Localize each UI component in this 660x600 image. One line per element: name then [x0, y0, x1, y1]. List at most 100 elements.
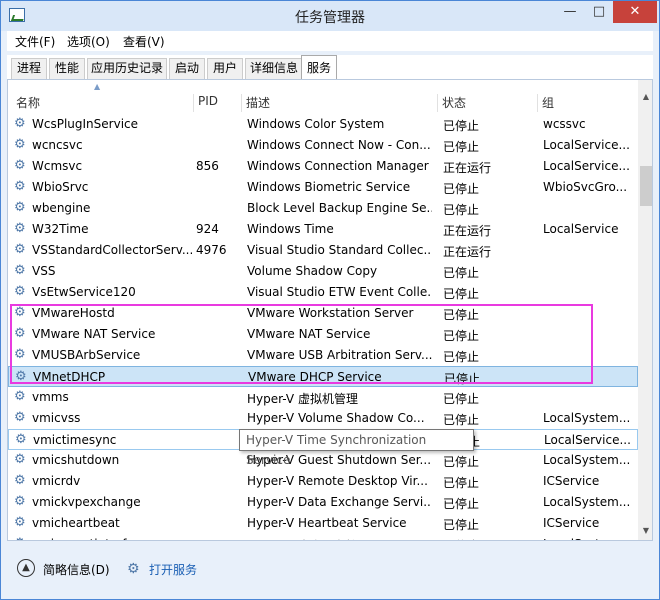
tab-users[interactable]: 用户 [207, 58, 243, 79]
service-gear-icon: ⚙ [14, 221, 26, 236]
service-name: VSS [32, 264, 56, 278]
table-row[interactable]: ⚙vmicguestinterfaceHyper-V 来宾服务接口已停止Loca… [8, 534, 638, 541]
service-gear-icon: ⚙ [14, 515, 26, 530]
table-row[interactable]: ⚙ vmicheartbeat Hyper-V Heartbeat Service 已… [8, 513, 638, 534]
service-status: 正在运行 [443, 161, 492, 175]
table-row[interactable]: ⚙ vmickvpexchange Hyper-V Data Exchange Se… [8, 492, 638, 513]
service-status: 正在运行 [443, 245, 492, 259]
service-group: ICService [543, 516, 600, 530]
table-row[interactable]: ⚙ wbengine Block Level Backup Engine Se...… [8, 198, 638, 219]
column-pid[interactable]: PID [194, 94, 242, 112]
tab-services[interactable]: 服务 [301, 55, 337, 80]
service-gear-icon: ⚙ [15, 432, 27, 447]
services-list: ▲ 名称 PID 描述 状态 组 ⚙ WcsPlugInService Window… [7, 79, 653, 541]
chevron-up-icon[interactable]: ▲ [17, 559, 35, 577]
service-status: 正在运行 [443, 224, 492, 238]
scroll-down-icon[interactable]: ▼ [638, 526, 652, 540]
service-description: Windows Connection Manager [247, 159, 429, 173]
service-description: Hyper-V Volume Shadow Co... [247, 411, 425, 425]
table-row[interactable]: ⚙ wcncsvc Windows Connect Now - Con... 已停止 L… [8, 135, 638, 156]
service-status: 已停止 [443, 329, 480, 343]
service-group: LocalService... [543, 159, 630, 173]
table-row[interactable]: ⚙ VsEtwService120 Visual Studio ETW Event … [8, 282, 638, 303]
service-group: LocalSystem... [543, 453, 631, 467]
service-gear-icon: ⚙ [14, 158, 26, 173]
service-name: Wcmsvc [32, 159, 83, 173]
vertical-scrollbar[interactable]: ▲ ▼ [638, 80, 652, 540]
open-services-link[interactable]: 打开服务 [149, 561, 197, 578]
service-status: 已停止 [443, 350, 480, 364]
scroll-thumb[interactable] [640, 166, 652, 206]
services-gear-icon: ⚙ [127, 561, 140, 577]
service-gear-icon: ⚙ [14, 263, 26, 278]
service-description: Windows Biometric Service [247, 180, 411, 194]
table-row[interactable]: ⚙ vmms Hyper-V 虚拟机管理 已停止 [8, 387, 638, 408]
table-row[interactable]: ⚙ VSS Volume Shadow Copy 已停止 [8, 261, 638, 282]
service-group: LocalService... [544, 433, 631, 447]
table-row[interactable]: ⚙ vmicrdv Hyper-V Remote Desktop Vir... 已停止… [8, 471, 638, 492]
service-group: wcssvc [543, 117, 586, 131]
service-status: 已停止 [443, 203, 480, 217]
service-name: vmictimesync [33, 433, 117, 447]
minimize-button[interactable]: — [555, 1, 585, 23]
service-gear-icon: ⚙ [14, 179, 26, 194]
table-row[interactable]: ⚙ VSStandardCollectorServ... 4976 Visual St… [8, 240, 638, 261]
service-status: 已停止 [443, 182, 480, 196]
column-description[interactable]: 描述 [242, 94, 438, 112]
tab-startup[interactable]: 启动 [169, 58, 205, 79]
table-row[interactable]: ⚙ vmicvss Hyper-V Volume Shadow Co... 已停止 Lo… [8, 408, 638, 429]
title-bar: 任务管理器 — □ ✕ [1, 1, 659, 31]
service-description: VMware NAT Service [247, 327, 371, 341]
table-row[interactable]: ⚙ VMUSBArbService VMware USB Arbitration S… [8, 345, 638, 366]
column-status[interactable]: 状态 [438, 94, 538, 112]
menu-view[interactable]: 查看(V) [123, 33, 165, 50]
tab-details[interactable]: 详细信息 [245, 58, 303, 79]
tab-performance[interactable]: 性能 [49, 58, 85, 79]
tooltip: Hyper-V Time Synchronization Service [239, 429, 474, 467]
menu-file[interactable]: 文件(F) [15, 33, 55, 50]
service-name: WbioSrvc [32, 180, 89, 194]
service-name: VMwareHostd [32, 306, 115, 320]
table-row[interactable]: ⚙ W32Time 924 Windows Time 正在运行 LocalService [8, 219, 638, 240]
table-row[interactable]: ⚙ vmicshutdown Hyper-V Guest Shutdown Ser.… [8, 450, 638, 471]
tab-strip: 进程 性能 应用历史记录 启动 用户 详细信息 服务 [7, 55, 653, 80]
table-row[interactable]: ⚙ WbioSrvc Windows Biometric Service 已停止 Wbi… [8, 177, 638, 198]
service-gear-icon: ⚙ [14, 305, 26, 320]
fewer-details-link[interactable]: 简略信息(D) [43, 561, 110, 578]
task-manager-window: 任务管理器 — □ ✕ 文件(F) 选项(O) 查看(V) 进程 性能 应用历史… [0, 0, 660, 600]
service-gear-icon: ⚙ [14, 284, 26, 299]
service-description: Windows Color System [247, 117, 385, 131]
table-row[interactable]: ⚙ VMware NAT Service VMware NAT Service 已停止 [8, 324, 638, 345]
column-group[interactable]: 组 [538, 94, 638, 112]
column-header: ▲ 名称 PID 描述 状态 组 [8, 80, 638, 112]
table-row[interactable]: ⚙ VMwareHostd VMware Workstation Server 已停止 [8, 303, 638, 324]
service-description: Hyper-V Remote Desktop Vir... [247, 474, 428, 488]
tab-processes[interactable]: 进程 [11, 58, 47, 79]
service-description: Block Level Backup Engine Se... [247, 201, 432, 215]
service-name: vmicvss [32, 411, 81, 425]
service-status: 已停止 [443, 518, 480, 532]
service-status: 已停止 [443, 266, 480, 280]
service-pid: 924 [196, 222, 219, 236]
maximize-button[interactable]: □ [585, 1, 613, 23]
service-group: LocalSystem... [543, 495, 631, 509]
table-row[interactable]: ⚙ WcsPlugInService Windows Color System 已停止… [8, 114, 638, 135]
close-button[interactable]: ✕ [613, 1, 657, 23]
service-description: Windows Connect Now - Con... [247, 138, 431, 152]
service-name: VsEtwService120 [32, 285, 136, 299]
service-status: 已停止 [443, 476, 480, 490]
service-description: Visual Studio Standard Collec... [247, 243, 432, 257]
footer: ▲ 简略信息(D) ⚙ 打开服务 [7, 541, 653, 595]
column-name[interactable]: 名称 [12, 94, 194, 112]
table-row[interactable]: ⚙ VMnetDHCP VMware DHCP Service 已停止 [8, 366, 638, 387]
service-status: 已停止 [443, 392, 480, 406]
service-description: Visual Studio ETW Event Colle... [247, 285, 432, 299]
service-name: vmicshutdown [32, 453, 120, 467]
service-status: 已停止 [443, 497, 480, 511]
service-group: WbioSvcGro... [543, 180, 628, 194]
table-row[interactable]: ⚙ Wcmsvc 856 Windows Connection Manager 正在运行… [8, 156, 638, 177]
menu-options[interactable]: 选项(O) [67, 33, 110, 50]
service-description: Hyper-V Data Exchange Servi... [247, 495, 432, 509]
tab-app-history[interactable]: 应用历史记录 [87, 58, 167, 79]
scroll-up-icon[interactable]: ▲ [638, 92, 652, 106]
